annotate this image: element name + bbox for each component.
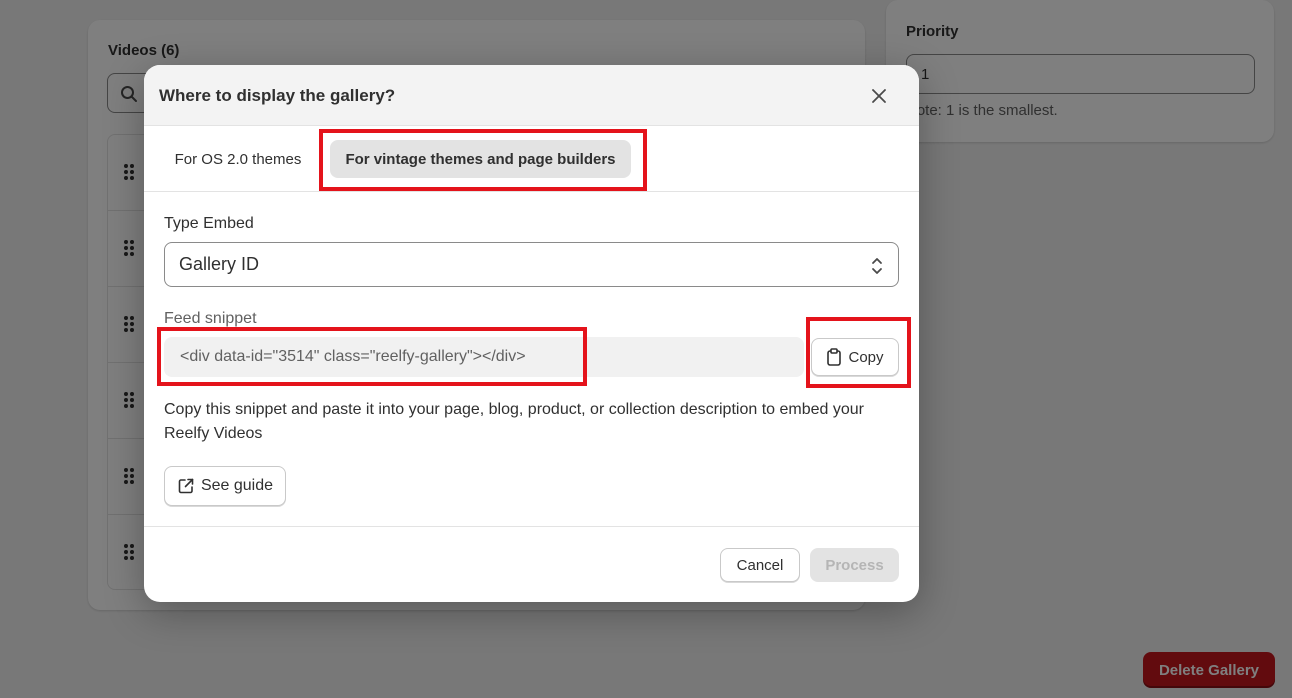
feed-snippet-label: Feed snippet xyxy=(164,310,257,327)
process-button[interactable]: Process xyxy=(810,548,899,582)
help-text: Copy this snippet and paste it into your… xyxy=(164,401,864,442)
see-guide-button[interactable]: See guide xyxy=(164,466,286,506)
type-embed-value: Gallery ID xyxy=(179,254,260,274)
modal-title: Where to display the gallery? xyxy=(159,86,396,105)
page-root: Videos (6) Priority 1 Note: 1 is the sma… xyxy=(0,0,1292,698)
close-icon xyxy=(872,89,886,103)
modal-footer: Cancel Process xyxy=(144,526,919,602)
external-link-icon xyxy=(178,478,194,494)
highlight-box-copy xyxy=(806,317,911,388)
highlight-box-tab xyxy=(319,129,647,191)
cancel-button[interactable]: Cancel xyxy=(720,548,800,582)
close-button[interactable] xyxy=(865,82,893,110)
modal-header: Where to display the gallery? xyxy=(144,65,919,126)
tab-os-2-themes[interactable]: For OS 2.0 themes xyxy=(158,140,318,178)
select-chevron-icon xyxy=(872,258,882,274)
see-guide-label: See guide xyxy=(200,477,274,494)
type-embed-label: Type Embed xyxy=(164,215,254,232)
highlight-box-snippet xyxy=(157,327,587,386)
type-embed-select[interactable]: Gallery ID xyxy=(164,242,899,287)
